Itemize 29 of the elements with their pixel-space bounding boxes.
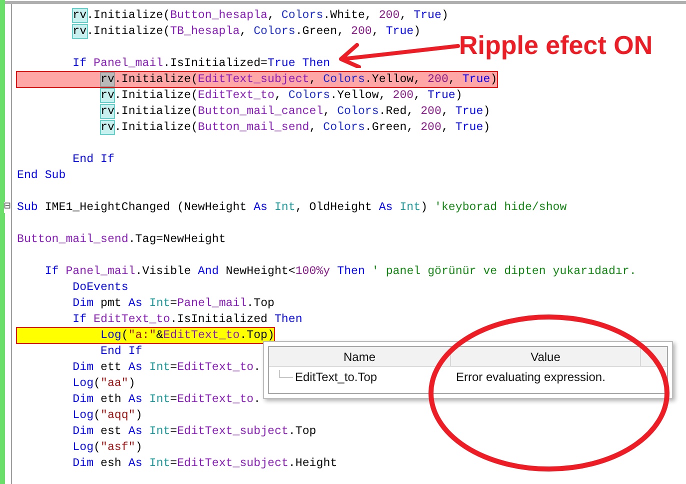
code-line: rv.Initialize(EditText_to, Colors.Yellow, 200, True) [100,88,462,102]
arrow-icon [337,40,460,68]
code-line: rv.Initialize(Button_mail_send, Colors.Green, 200, True) [100,120,490,134]
code-line: rv.Initialize(TB_hesapla, Colors.Green, 200, True) [72,24,421,38]
code-line: If EditText_to.IsInitialized Then [72,312,302,326]
column-header[interactable]: Name [269,347,451,366]
watch-name: EditText_to.Top [295,369,378,386]
code-line: Dim pmt As Int=Panel_mail.Top [72,296,274,310]
code-line: Dim est As Int=EditText_subject.Top [72,424,316,438]
column-header[interactable]: Value [451,347,641,366]
code-line: Dim eth As Int=EditText_to. [72,392,261,406]
code-line: Dim esh As Int=EditText_subject.Height [72,456,338,470]
code-line: DoEvents [72,280,128,294]
code-line: End If [100,344,142,358]
code-line: If Panel_mail.Visible And NewHeight<100%y Then ' panel görünür ve dipten yukarıdadır. [44,264,636,278]
code-line: Sub IME1_HeightChanged (NewHeight As Int, OldHeight As Int) 'keyborad hide/show [17,200,567,214]
code-line: Log("aa") [72,376,136,390]
code-line: Button_mail_send.Tag=NewHeight [17,232,226,246]
code-line: Dim ett As Int=EditText_to. [72,360,261,374]
code-line: Log("asf") [72,440,142,454]
code-line: End Sub [17,168,66,182]
watch-value: Error evaluating expression. [455,369,606,386]
code-line: If Panel_mail.IsInitialized=True Then [72,56,330,70]
code-line: End If [72,152,114,166]
code-line: rv.Initialize(Button_hesapla, Colors.White, 200, True) [72,8,448,22]
code-line: rv.Initialize(Button_mail_cancel, Colors.Red, 200, True) [100,104,490,118]
annotation-text: Ripple efect ON [459,32,653,58]
collapse-toggle[interactable]: ⊟ [4,202,11,212]
code-line: Log("aqq") [72,408,142,422]
